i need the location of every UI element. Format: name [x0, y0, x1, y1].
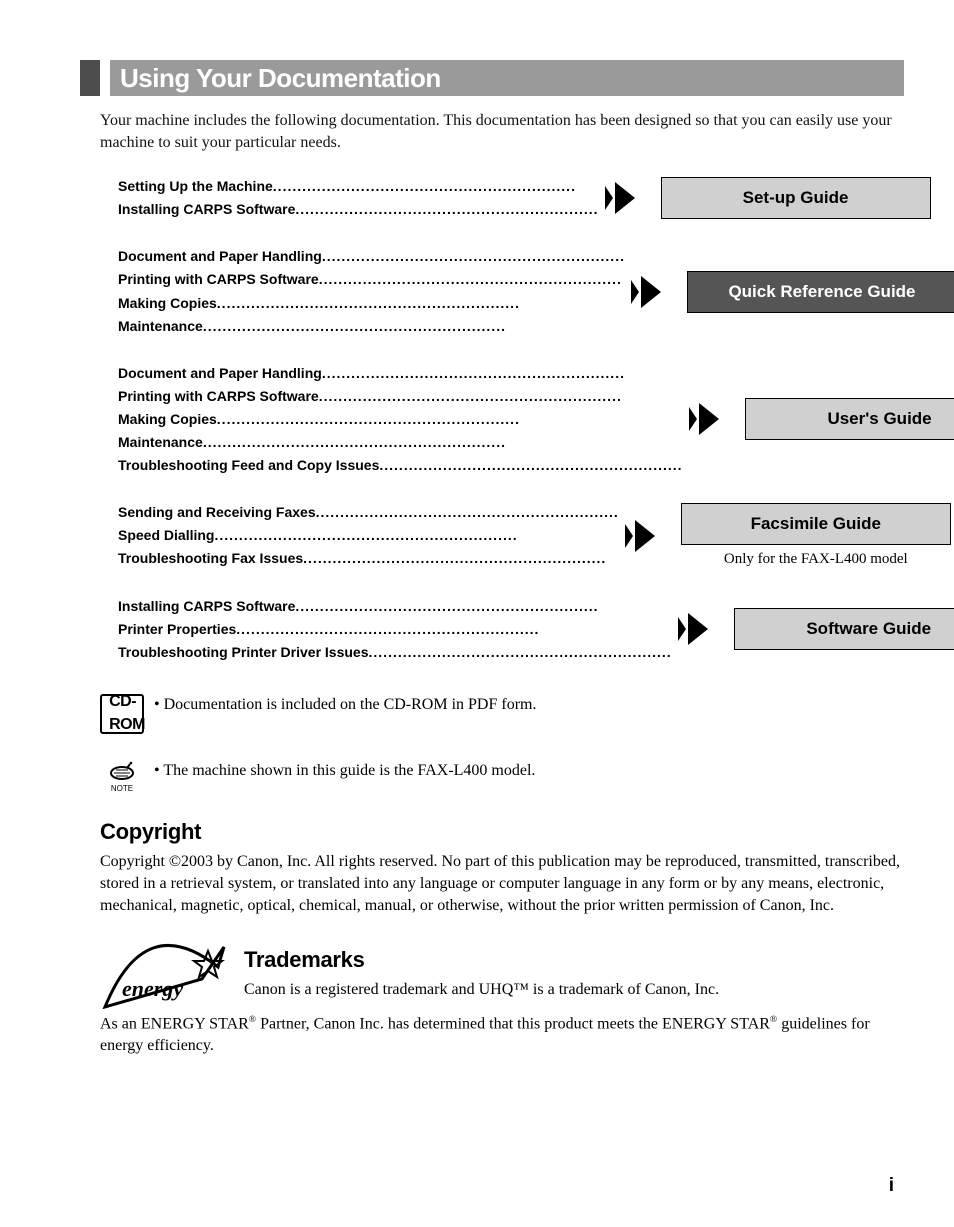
- topic-item: Maintenance.............................…: [118, 431, 683, 454]
- topic-item: Printing with CARPS Software............…: [118, 385, 683, 408]
- topic-item: Maintenance.............................…: [118, 315, 625, 338]
- topic-item: Troubleshooting Feed and Copy Issues....…: [118, 454, 683, 477]
- guide-row: Sending and Receiving Faxes.............…: [100, 501, 904, 570]
- topic-item: Printer Properties......................…: [118, 618, 672, 641]
- arrow-icon: [599, 180, 647, 216]
- guide-name: Quick Reference Guide: [687, 271, 954, 313]
- topic-item: Printing with CARPS Software............…: [118, 268, 625, 291]
- note-icon: [109, 760, 135, 782]
- page-number: i: [889, 1175, 894, 1197]
- topic-item: Speed Dialling..........................…: [118, 524, 619, 547]
- topic-item: Troubleshooting Printer Driver Issues...…: [118, 641, 672, 664]
- arrow-icon: [619, 518, 667, 554]
- guide-name: Facsimile Guide: [681, 503, 951, 545]
- copyright-section: Copyright Copyright ©2003 by Canon, Inc.…: [100, 819, 904, 917]
- topic-item: Document and Paper Handling.............…: [118, 362, 683, 385]
- section-heading: Using Your Documentation: [80, 60, 904, 96]
- guide-row: Setting Up the Machine..................…: [100, 175, 904, 221]
- topic-item: Sending and Receiving Faxes.............…: [118, 501, 619, 524]
- topic-item: Making Copies...........................…: [118, 408, 683, 431]
- guides-list: Setting Up the Machine..................…: [100, 175, 904, 664]
- guide-name: Software Guide: [734, 608, 954, 650]
- heading-title: Using Your Documentation: [110, 60, 904, 96]
- topic-item: Troubleshooting Fax Issues..............…: [118, 547, 619, 570]
- arrow-icon: [625, 274, 673, 310]
- guide-name: Set-up Guide: [661, 177, 931, 219]
- guide-row: Document and Paper Handling.............…: [100, 362, 904, 477]
- topic-item: Making Copies...........................…: [118, 292, 625, 315]
- topic-item: Setting Up the Machine..................…: [118, 175, 599, 198]
- trademarks-section: energy Trademarks Canon is a registered …: [100, 929, 904, 1013]
- intro-paragraph: Your machine includes the following docu…: [100, 110, 904, 153]
- svg-text:energy: energy: [122, 976, 183, 1001]
- arrow-icon: [683, 401, 731, 437]
- cdrom-note: CD-ROM • Documentation is included on th…: [100, 694, 904, 734]
- topic-item: Installing CARPS Software...............…: [118, 595, 672, 618]
- guide-row: Installing CARPS Software...............…: [100, 595, 904, 664]
- arrow-icon: [672, 611, 720, 647]
- model-note: NOTE • The machine shown in this guide i…: [100, 760, 904, 793]
- topic-item: Document and Paper Handling.............…: [118, 245, 625, 268]
- heading-accent: [80, 60, 100, 96]
- topic-item: Installing CARPS Software...............…: [118, 198, 599, 221]
- cdrom-icon: CD-ROM: [100, 694, 144, 734]
- trademarks-line2: As an ENERGY STAR® Partner, Canon Inc. h…: [100, 1013, 904, 1057]
- copyright-heading: Copyright: [100, 819, 904, 845]
- guide-row: Document and Paper Handling.............…: [100, 245, 904, 337]
- trademarks-heading: Trademarks: [244, 947, 904, 973]
- energy-star-logo: energy: [100, 929, 230, 1013]
- guide-name: User's Guide: [745, 398, 954, 440]
- trademarks-line1: Canon is a registered trademark and UHQ™…: [244, 979, 904, 1001]
- guide-caption: Only for the FAX-L400 model: [724, 551, 908, 568]
- copyright-body: Copyright ©2003 by Canon, Inc. All right…: [100, 851, 904, 917]
